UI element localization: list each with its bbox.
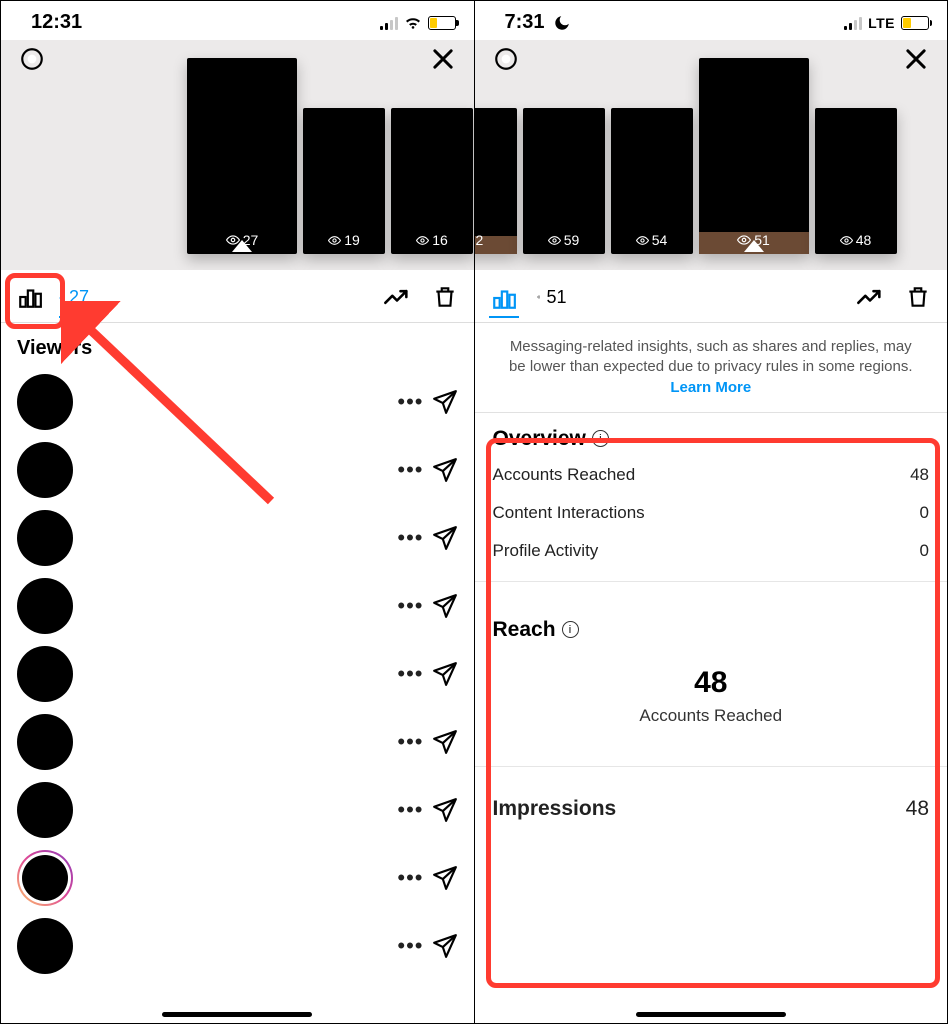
phone-left: 12:31 27 19 <box>1 1 474 1023</box>
trend-icon[interactable] <box>855 282 885 312</box>
battery-icon <box>428 16 456 30</box>
viewer-row: ••• <box>1 368 474 436</box>
metric-row[interactable]: Profile Activity0 <box>493 527 930 565</box>
views-tab[interactable]: 51 <box>537 282 567 312</box>
avatar[interactable] <box>17 714 73 770</box>
avatar[interactable] <box>17 510 73 566</box>
send-icon[interactable] <box>432 593 458 619</box>
reach-sublabel: Accounts Reached <box>493 706 930 726</box>
wifi-icon <box>404 16 422 30</box>
viewers-heading: Viewers <box>1 323 474 368</box>
insights-tabs: 27 <box>1 270 474 323</box>
metric-row[interactable]: Accounts Reached48 <box>493 451 930 489</box>
status-bar: 7:31 LTE <box>475 1 948 40</box>
status-time: 7:31 <box>505 11 545 34</box>
more-icon[interactable]: ••• <box>389 797 431 823</box>
viewer-row: ••• <box>1 572 474 640</box>
story-thumb[interactable]: 72 <box>475 108 517 254</box>
metric-row[interactable]: Content Interactions0 <box>493 489 930 527</box>
more-icon[interactable]: ••• <box>389 593 431 619</box>
home-indicator <box>162 1012 312 1017</box>
overview-section: Overview i Accounts Reached48 Content Int… <box>475 413 948 596</box>
story-thumb[interactable]: 19 <box>303 108 385 254</box>
more-icon[interactable]: ••• <box>389 525 431 551</box>
avatar[interactable] <box>17 374 73 430</box>
more-icon[interactable]: ••• <box>389 865 431 891</box>
send-icon[interactable] <box>432 661 458 687</box>
viewers-list: ••• ••• ••• ••• ••• ••• ••• ••• ••• <box>1 368 474 1023</box>
gear-icon[interactable] <box>491 44 521 74</box>
story-thumb-selected[interactable]: 27 <box>187 58 297 254</box>
trash-icon[interactable] <box>903 282 933 312</box>
avatar[interactable] <box>17 850 73 906</box>
signal-icon <box>380 16 398 30</box>
trash-icon[interactable] <box>430 282 460 312</box>
avatar[interactable] <box>17 646 73 702</box>
reach-heading: Reach <box>493 618 556 642</box>
battery-icon <box>901 16 929 30</box>
impressions-heading: Impressions <box>493 797 617 821</box>
signal-icon <box>844 16 862 30</box>
status-bar: 12:31 <box>1 1 474 40</box>
viewer-row: ••• <box>1 640 474 708</box>
viewer-row: ••• <box>1 844 474 912</box>
more-icon[interactable]: ••• <box>389 933 431 959</box>
more-icon[interactable]: ••• <box>389 389 431 415</box>
reach-value: 48 <box>493 666 930 700</box>
story-thumb[interactable]: 48 <box>815 108 897 254</box>
overview-heading: Overview <box>493 427 586 451</box>
view-count: 51 <box>546 287 566 308</box>
close-icon[interactable] <box>901 44 931 74</box>
status-time: 12:31 <box>31 11 82 34</box>
avatar[interactable] <box>17 442 73 498</box>
more-icon[interactable]: ••• <box>389 457 431 483</box>
viewer-row: ••• <box>1 436 474 504</box>
viewer-row: ••• <box>1 708 474 776</box>
close-icon[interactable] <box>428 44 458 74</box>
insights-tabs: 51 <box>475 270 948 323</box>
view-count: 27 <box>69 287 89 308</box>
impressions-value: 48 <box>906 797 929 821</box>
more-icon[interactable]: ••• <box>389 661 431 687</box>
viewer-row: ••• <box>1 776 474 844</box>
send-icon[interactable] <box>432 457 458 483</box>
chart-icon[interactable] <box>15 282 45 312</box>
impressions-section: Impressions 48 <box>475 781 948 835</box>
send-icon[interactable] <box>432 729 458 755</box>
privacy-notice: Messaging-related insights, such as shar… <box>475 323 948 413</box>
avatar[interactable] <box>17 918 73 974</box>
phone-right: 7:31 LTE 72 59 54 <box>474 1 948 1023</box>
reach-section: Reachi 48 Accounts Reached <box>475 596 948 781</box>
send-icon[interactable] <box>432 525 458 551</box>
story-thumb[interactable]: 16 <box>391 108 473 254</box>
send-icon[interactable] <box>432 389 458 415</box>
send-icon[interactable] <box>432 865 458 891</box>
story-strip: 27 19 16 1 <box>1 40 474 270</box>
send-icon[interactable] <box>432 933 458 959</box>
story-thumb[interactable]: 54 <box>611 108 693 254</box>
viewer-row: ••• <box>1 504 474 572</box>
story-thumb[interactable]: 59 <box>523 108 605 254</box>
trend-icon[interactable] <box>382 282 412 312</box>
viewer-row: ••• <box>1 912 474 980</box>
story-thumb-selected[interactable]: 51 <box>699 58 809 254</box>
more-icon[interactable]: ••• <box>389 729 431 755</box>
gear-icon[interactable] <box>17 44 47 74</box>
story-strip: 72 59 54 51 48 <box>475 40 948 270</box>
views-tab[interactable]: 27 <box>59 288 89 318</box>
avatar[interactable] <box>17 782 73 838</box>
avatar[interactable] <box>17 578 73 634</box>
send-icon[interactable] <box>432 797 458 823</box>
info-icon[interactable]: i <box>592 430 609 447</box>
info-icon[interactable]: i <box>562 621 579 638</box>
home-indicator <box>636 1012 786 1017</box>
network-label: LTE <box>868 15 895 31</box>
dnd-moon-icon <box>553 14 571 32</box>
learn-more-link[interactable]: Learn More <box>670 379 751 396</box>
chart-icon[interactable] <box>489 288 519 318</box>
